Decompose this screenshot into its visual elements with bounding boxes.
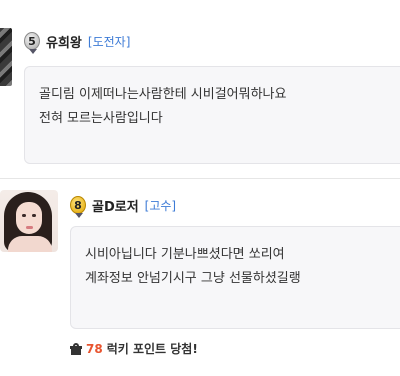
comment-line: 시비아닙니다 기분나쁘셨다면 쏘리여 (85, 247, 285, 262)
lucky-points-label: 럭키 포인트 당첨! (106, 342, 198, 356)
comment-header: 5 유희왕 [도전자] (24, 31, 131, 54)
username[interactable]: 유희왕 (46, 32, 82, 51)
comment-item: 8 골D로저 [고수] 시비아닙니다 기분나쁘셨다면 쏘리여 계좌정보 안넘기시… (0, 178, 400, 376)
avatar[interactable] (0, 28, 12, 86)
comment-line: 계좌정보 안넘기시구 그냥 선물하셨길랭 (85, 271, 301, 286)
lucky-points-value: 78 (86, 341, 103, 356)
level-badge-icon: 5 (24, 32, 40, 54)
level-number: 5 (28, 34, 36, 48)
level-badge-icon: 8 (70, 196, 86, 218)
comment-body: 시비아닙니다 기분나쁘셨다면 쏘리여 계좌정보 안넘기시구 그냥 선물하셨길랭 (70, 226, 400, 329)
lucky-points: 78 럭키 포인트 당첨! (70, 340, 198, 357)
avatar[interactable] (0, 190, 58, 252)
user-grade: [고수] (144, 198, 177, 213)
username[interactable]: 골D로저 (92, 196, 139, 215)
comment-line: 전혀 모르는사람입니다 (39, 111, 163, 126)
comment-body: 골디림 이제떠나는사람한테 시비걸어뭐하나요 전혀 모르는사람입니다 (24, 66, 400, 164)
comment-line: 골디림 이제떠나는사람한테 시비걸어뭐하나요 (39, 87, 287, 102)
user-grade: [도전자] (87, 34, 131, 49)
level-number: 8 (74, 198, 82, 212)
gift-icon (70, 342, 82, 355)
comment-item: 5 유희왕 [도전자] 골디림 이제떠나는사람한테 시비걸어뭐하나요 전혀 모르… (0, 0, 400, 178)
comment-header: 8 골D로저 [고수] (70, 195, 177, 218)
